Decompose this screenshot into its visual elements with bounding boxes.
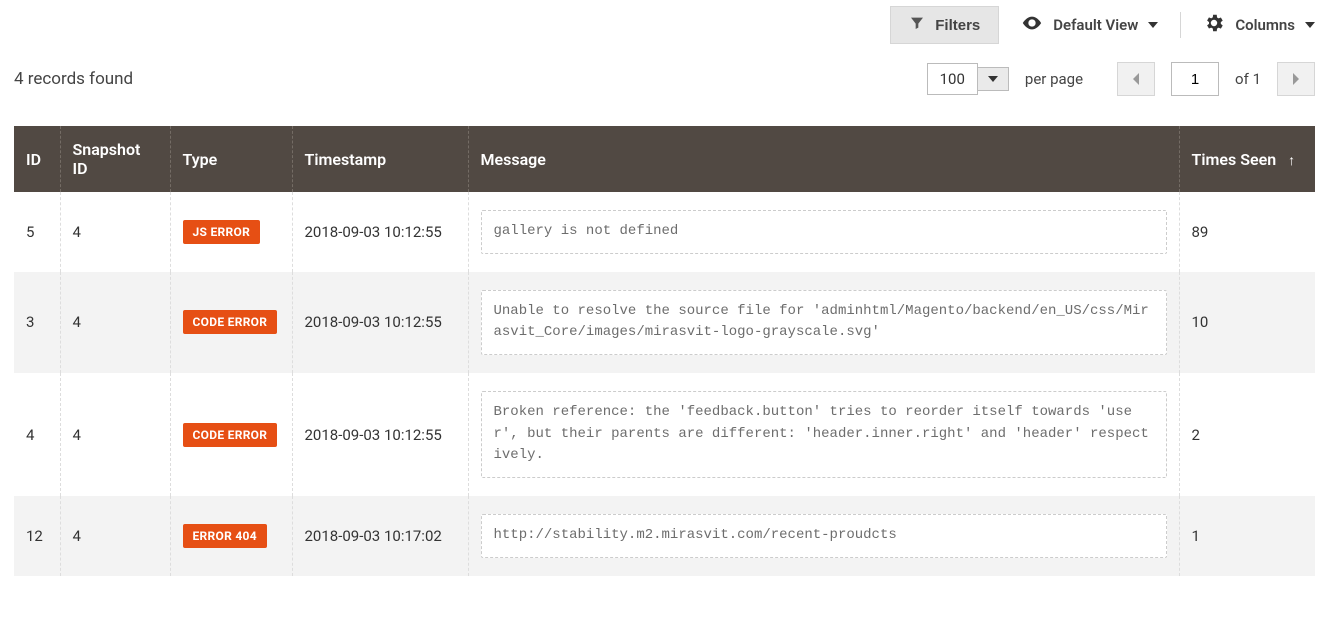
per-page-label: per page	[1025, 70, 1083, 88]
chevron-right-icon	[1291, 72, 1301, 86]
type-badge: CODE ERROR	[183, 310, 278, 334]
table-row[interactable]: 44 CODE ERROR 2018-09-03 10:12:55Broken re…	[14, 373, 1315, 496]
page-input[interactable]	[1171, 62, 1219, 96]
cell-message: gallery is not defined	[468, 192, 1179, 272]
cell-timestamp: 2018-09-03 10:17:02	[292, 496, 468, 576]
cell-id: 5	[14, 192, 60, 272]
default-view-label: Default View	[1053, 16, 1138, 34]
col-header-snapshot-id[interactable]: Snapshot ID	[60, 126, 170, 192]
cell-message: http://stability.m2.mirasvit.com/recent-…	[468, 496, 1179, 576]
cell-id: 12	[14, 496, 60, 576]
cell-type: CODE ERROR	[170, 373, 292, 496]
chevron-down-icon	[1305, 22, 1315, 28]
columns-label: Columns	[1235, 16, 1295, 34]
cell-type: JS ERROR	[170, 192, 292, 272]
cell-snapshot-id: 4	[60, 373, 170, 496]
default-view-dropdown[interactable]: Default View	[1021, 12, 1158, 38]
funnel-icon	[909, 15, 925, 35]
of-label: of 1	[1235, 70, 1261, 88]
page-size-dropdown[interactable]	[978, 67, 1009, 91]
col-header-times-seen[interactable]: Times Seen ↑	[1179, 126, 1315, 192]
message-box: http://stability.m2.mirasvit.com/recent-…	[481, 514, 1167, 558]
cell-snapshot-id: 4	[60, 272, 170, 373]
cell-timestamp: 2018-09-03 10:12:55	[292, 373, 468, 496]
cell-times-seen: 2	[1179, 373, 1315, 496]
cell-message: Broken reference: the 'feedback.button' …	[468, 373, 1179, 496]
records-found-label: 4 records found	[14, 69, 133, 89]
cell-snapshot-id: 4	[60, 496, 170, 576]
type-badge: JS ERROR	[183, 220, 261, 244]
col-header-id[interactable]: ID	[14, 126, 60, 192]
filters-button[interactable]: Filters	[890, 6, 999, 44]
cell-times-seen: 89	[1179, 192, 1315, 272]
eye-icon	[1021, 12, 1043, 38]
cell-type: ERROR 404	[170, 496, 292, 576]
columns-dropdown[interactable]: Columns	[1203, 12, 1315, 38]
cell-id: 4	[14, 373, 60, 496]
col-header-timestamp[interactable]: Timestamp	[292, 126, 468, 192]
prev-page-button[interactable]	[1117, 62, 1155, 96]
table-row[interactable]: 124 ERROR 404 2018-09-03 10:17:02 http://st…	[14, 496, 1315, 576]
page-size-value: 100	[927, 63, 978, 95]
chevron-down-icon	[1148, 22, 1158, 28]
chevron-left-icon	[1131, 72, 1141, 86]
message-box: Unable to resolve the source file for 'a…	[481, 290, 1167, 355]
col-header-type[interactable]: Type	[170, 126, 292, 192]
filters-label: Filters	[935, 17, 980, 34]
cell-times-seen: 1	[1179, 496, 1315, 576]
cell-timestamp: 2018-09-03 10:12:55	[292, 192, 468, 272]
pager: 100 per page of 1	[927, 62, 1315, 96]
message-box: gallery is not defined	[481, 210, 1167, 254]
message-box: Broken reference: the 'feedback.button' …	[481, 391, 1167, 478]
cell-snapshot-id: 4	[60, 192, 170, 272]
cell-id: 3	[14, 272, 60, 373]
data-grid: ID Snapshot ID Type Timestamp Message Ti…	[14, 126, 1315, 576]
type-badge: ERROR 404	[183, 524, 267, 548]
chevron-down-icon	[988, 76, 998, 82]
cell-times-seen: 10	[1179, 272, 1315, 373]
cell-timestamp: 2018-09-03 10:12:55	[292, 272, 468, 373]
sort-ascending-icon: ↑	[1288, 152, 1295, 169]
next-page-button[interactable]	[1277, 62, 1315, 96]
table-row[interactable]: 54 JS ERROR 2018-09-03 10:12:55 gallery is …	[14, 192, 1315, 272]
cell-type: CODE ERROR	[170, 272, 292, 373]
col-header-message[interactable]: Message	[468, 126, 1179, 192]
table-row[interactable]: 34 CODE ERROR 2018-09-03 10:12:55Unable to…	[14, 272, 1315, 373]
cell-message: Unable to resolve the source file for 'a…	[468, 272, 1179, 373]
separator	[1180, 12, 1181, 38]
gear-icon	[1203, 12, 1225, 38]
type-badge: CODE ERROR	[183, 423, 278, 447]
table-header-row: ID Snapshot ID Type Timestamp Message Ti…	[14, 126, 1315, 192]
